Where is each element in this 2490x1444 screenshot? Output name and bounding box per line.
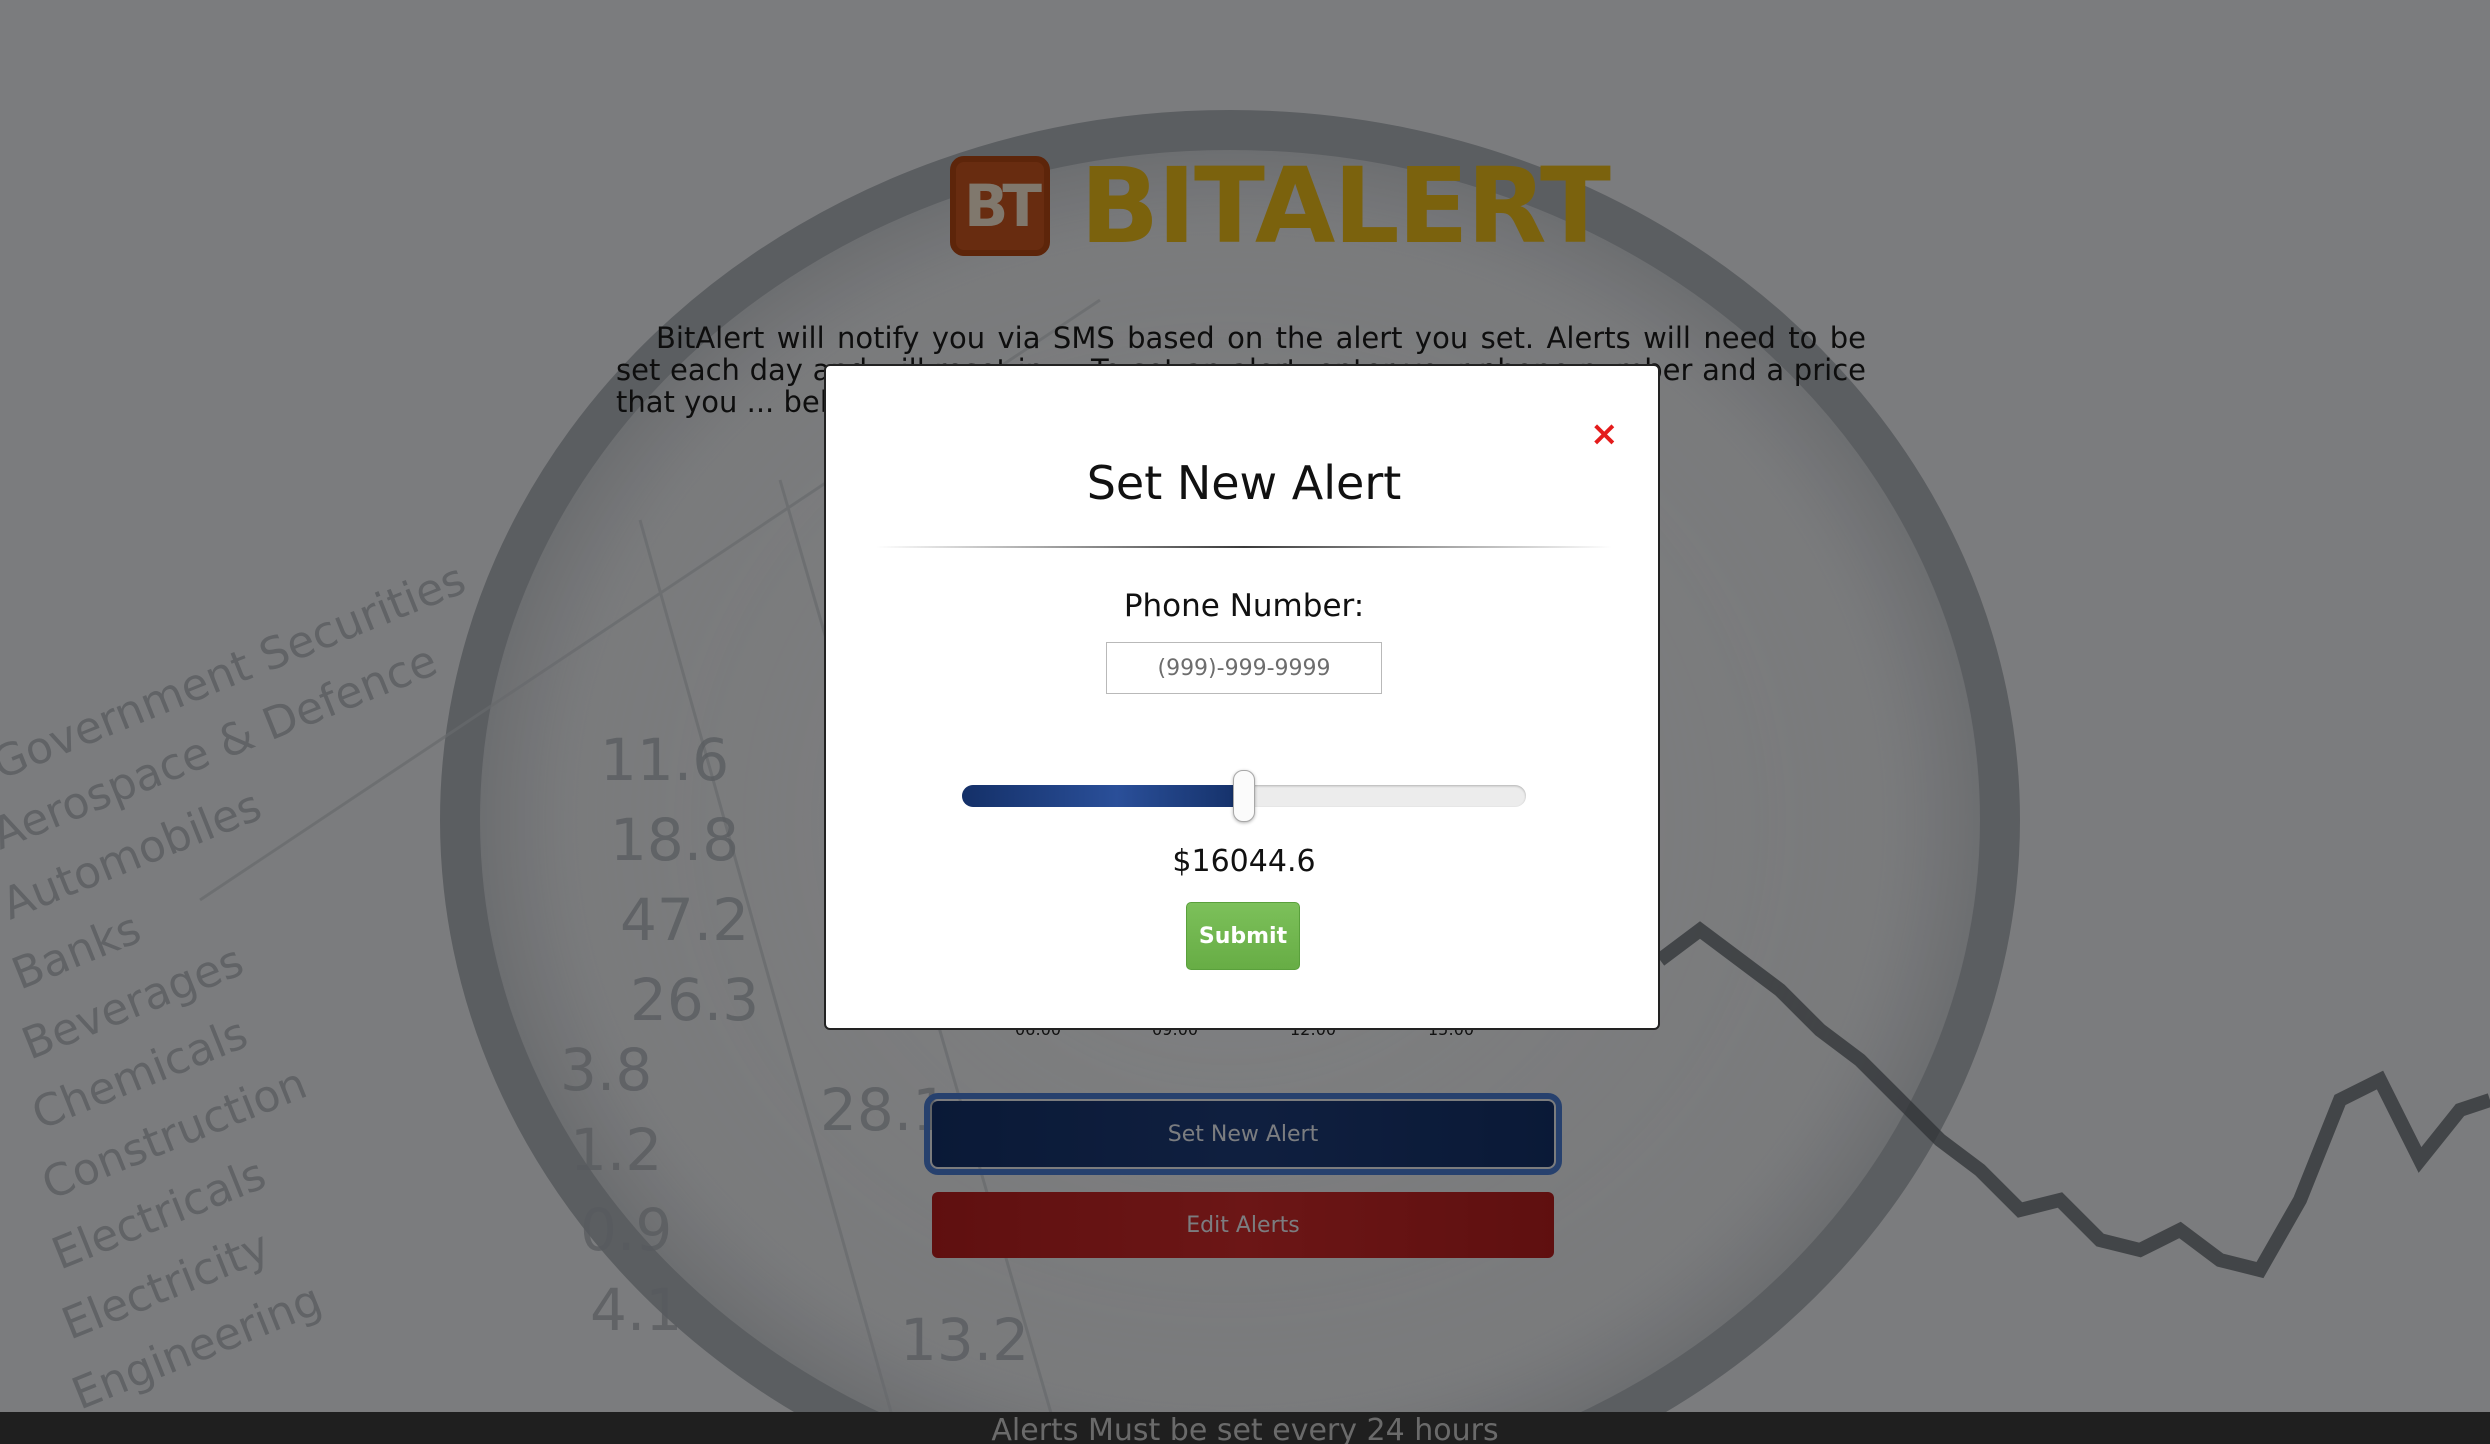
submit-button[interactable]: Submit xyxy=(1186,902,1300,970)
modal-divider xyxy=(876,546,1612,548)
price-slider-track[interactable] xyxy=(962,770,1526,822)
price-value-display: $16044.6 xyxy=(1172,844,1316,879)
close-icon[interactable]: × xyxy=(1590,417,1619,451)
price-slider-handle[interactable] xyxy=(1233,770,1255,822)
set-alert-modal: × Set New Alert Phone Number: $16044.6 S… xyxy=(824,364,1660,1030)
price-slider-fill xyxy=(962,785,1244,807)
phone-number-label: Phone Number: xyxy=(1123,588,1365,624)
page: Government Securities Aerospace & Defenc… xyxy=(0,0,2490,1444)
phone-number-input[interactable] xyxy=(1106,642,1382,694)
modal-title: Set New Alert xyxy=(1086,456,1402,510)
